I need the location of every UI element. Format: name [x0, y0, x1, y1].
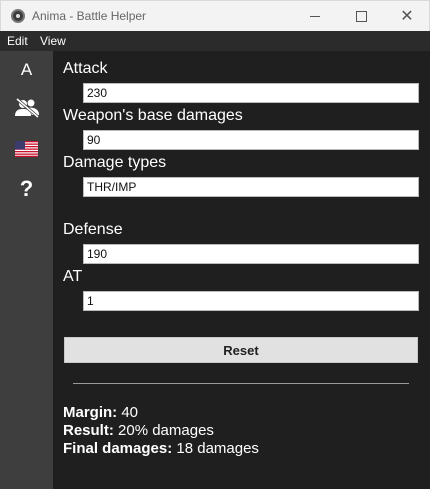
- result-value: 20% damages: [118, 422, 214, 439]
- sidebar: A ?: [0, 51, 53, 489]
- menu-view[interactable]: View: [40, 34, 66, 48]
- attack-label: Attack: [63, 60, 108, 77]
- reset-button[interactable]: Reset: [64, 337, 418, 363]
- letter-a-icon: A: [20, 60, 33, 79]
- language-button[interactable]: [0, 132, 53, 166]
- final-damages-line: Final damages: 18 damages: [63, 440, 259, 457]
- at-label: AT: [63, 268, 83, 285]
- title-bar: Anima - Battle Helper ✕: [0, 0, 430, 31]
- margin-label: Margin:: [63, 404, 118, 421]
- final-damages-value: 18 damages: [176, 440, 259, 457]
- app-icon: [11, 9, 25, 23]
- defense-label: Defense: [63, 221, 123, 238]
- close-button[interactable]: ✕: [384, 1, 430, 31]
- damage-types-input[interactable]: [83, 177, 419, 197]
- menu-edit[interactable]: Edit: [7, 34, 28, 48]
- maximize-icon: [355, 10, 367, 22]
- help-button[interactable]: ?: [0, 172, 53, 206]
- defense-input[interactable]: [83, 244, 419, 264]
- main-panel: Attack Weapon's base damages Damage type…: [53, 51, 430, 489]
- damage-types-label: Damage types: [63, 154, 167, 171]
- result-line: Result: 20% damages: [63, 422, 214, 439]
- question-icon: ?: [19, 176, 34, 201]
- people-off-button[interactable]: [0, 91, 53, 125]
- window-title: Anima - Battle Helper: [32, 9, 147, 23]
- base-damage-input[interactable]: [83, 130, 419, 150]
- letter-a-button[interactable]: A: [0, 53, 53, 87]
- divider: [73, 383, 409, 384]
- people-off-icon: [14, 98, 39, 118]
- base-damage-label: Weapon's base damages: [63, 107, 243, 124]
- at-input[interactable]: [83, 291, 419, 311]
- menu-bar: Edit View: [0, 31, 430, 51]
- result-label: Result:: [63, 422, 114, 439]
- final-damages-label: Final damages:: [63, 440, 173, 457]
- minimize-button[interactable]: [292, 1, 338, 31]
- minimize-icon: [310, 15, 320, 17]
- attack-input[interactable]: [83, 83, 419, 103]
- us-flag-icon: [15, 141, 38, 157]
- margin-line: Margin: 40: [63, 404, 138, 421]
- close-icon: ✕: [400, 6, 414, 25]
- margin-value: 40: [121, 404, 139, 421]
- maximize-button[interactable]: [338, 1, 384, 31]
